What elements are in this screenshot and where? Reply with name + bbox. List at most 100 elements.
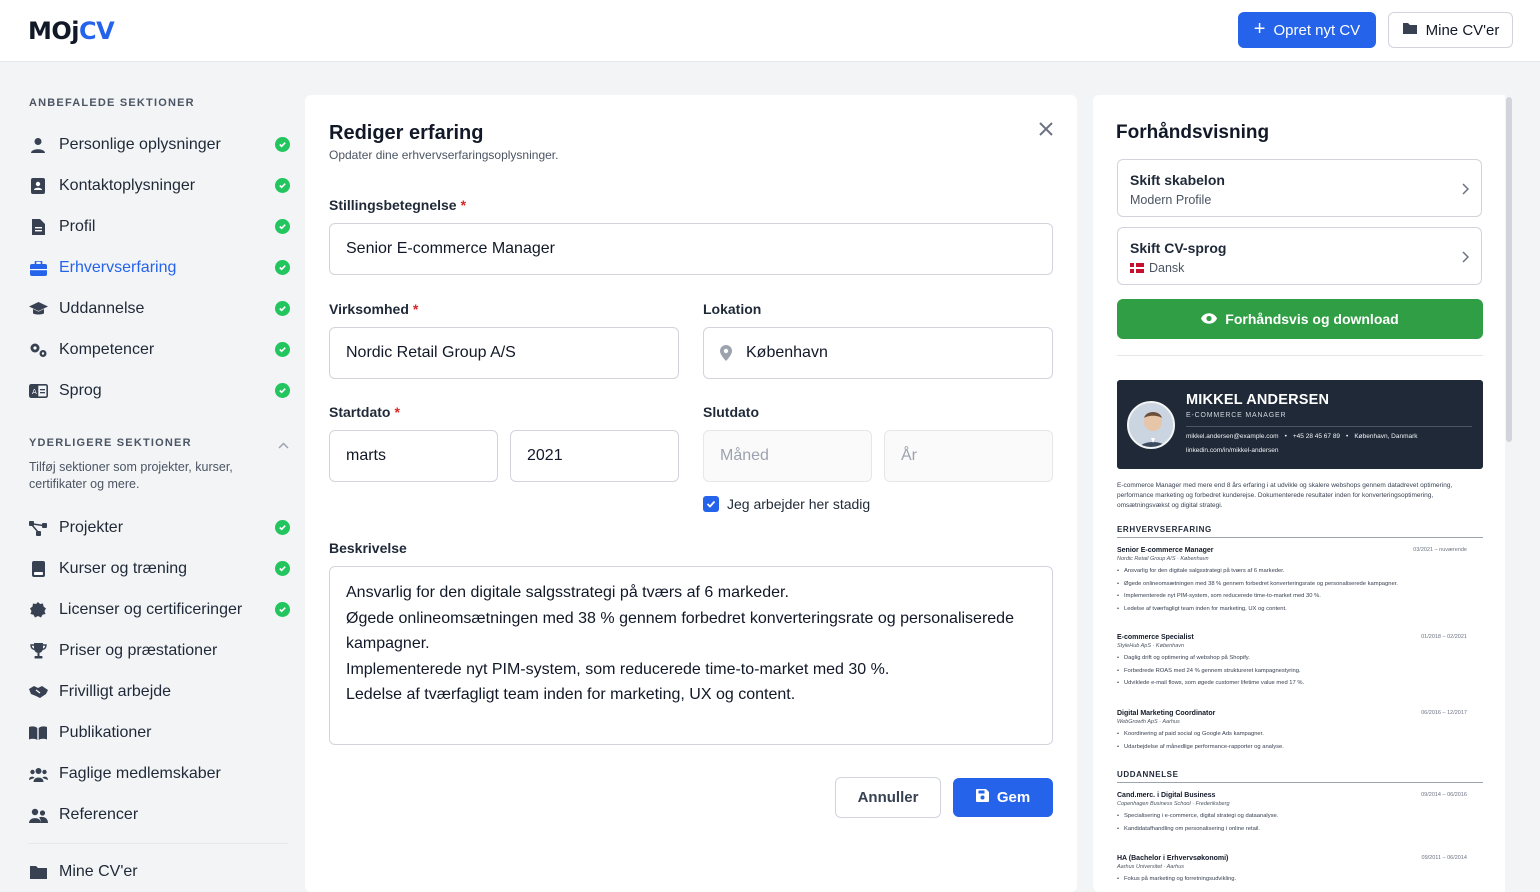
sidebar-item-label: Personlige oplysninger <box>59 136 221 153</box>
editor-title: Rediger erfaring <box>329 122 484 144</box>
change-template-title: Skift skabelon <box>1130 172 1225 188</box>
close-icon[interactable] <box>1038 121 1056 139</box>
chevron-up-icon[interactable] <box>278 436 289 454</box>
users-icon <box>28 805 48 825</box>
end-year-input[interactable]: År <box>884 430 1053 482</box>
cv-education-school: Copenhagen Business School · Frederiksbe… <box>1117 801 1230 807</box>
sidebar-item-label: Licenser og certificeringer <box>59 601 243 618</box>
cv-bullet: Udarbejdelse af månedlige performance-ra… <box>1117 741 1483 754</box>
cv-job-company: Nordic Retail Group A/S · København <box>1117 556 1209 562</box>
sidebar-item-projects[interactable]: Projekter <box>28 514 290 542</box>
cv-bullet: Specialisering i e-commerce, digital str… <box>1117 810 1483 823</box>
check-circle-icon <box>275 602 290 617</box>
chevron-right-icon <box>1462 182 1470 200</box>
start-date-label: Startdato * <box>329 404 400 420</box>
my-cvs-button[interactable]: Mine CV'er <box>1388 12 1513 48</box>
change-template-card[interactable]: Skift skabelon Modern Profile <box>1117 159 1482 217</box>
description-line: Ledelse af tværfagligt team inden for ma… <box>346 686 796 703</box>
location-input[interactable]: København <box>703 327 1053 379</box>
map-pin-icon <box>720 345 732 361</box>
checkbox-checked-icon[interactable] <box>703 496 719 512</box>
sidebar-item-publications[interactable]: Publikationer <box>28 719 290 747</box>
job-title-label: Stillingsbetegnelse * <box>329 197 467 213</box>
cv-role: E-COMMERCE MANAGER <box>1186 412 1287 419</box>
plus-icon: + <box>1253 18 1266 40</box>
cv-bullet: Forbedrede ROAS med 24 % gennem struktur… <box>1117 665 1483 678</box>
cv-job: Digital Marketing Coordinator 06/2016 – … <box>1117 710 1483 753</box>
chevron-right-icon <box>1462 250 1470 268</box>
description-line: Øgede onlineomsætningen med 38 % gennem … <box>346 609 1014 653</box>
preview-download-button[interactable]: Forhåndsvis og download <box>1117 299 1483 339</box>
cv-job-dates: 06/2016 – 12/2017 <box>1421 710 1467 716</box>
additional-sections-description: Tilføj sektioner som projekter, kurser, … <box>29 460 233 491</box>
sidebar-item-label: Referencer <box>59 806 139 823</box>
cv-education-item: HA (Bachelor i Erhvervsøkonomi) 09/2011 … <box>1117 855 1483 886</box>
end-date-label: Slutdato <box>703 404 759 420</box>
editor-subtitle: Opdater dine erhvervserfaringsoplysninge… <box>329 148 559 162</box>
new-cv-label: Opret nyt CV <box>1273 21 1361 39</box>
cv-experience-title: ERHVERVSERFARING <box>1117 525 1483 538</box>
cv-name: MIKKEL ANDERSEN <box>1186 392 1330 408</box>
handshake-icon <box>28 682 48 702</box>
sidebar-divider <box>28 843 288 844</box>
cv-bullet: Fokus på marketing og forretningsudvikli… <box>1117 873 1483 886</box>
sidebar-item-label: Projekter <box>59 519 124 536</box>
sidebar-item-label: Sprog <box>59 382 102 399</box>
change-language-card[interactable]: Skift CV-sprog Dansk <box>1117 227 1482 285</box>
sidebar-item-profile[interactable]: Profil <box>28 213 290 241</box>
logo[interactable]: MOjCV <box>28 17 115 45</box>
sidebar-item-label: Frivilligt arbejde <box>59 683 172 700</box>
sidebar-item-skills[interactable]: Kompetencer <box>28 336 290 364</box>
start-year-input[interactable]: 2021 <box>510 430 679 482</box>
cv-education-item: Cand.merc. i Digital Business 09/2014 – … <box>1117 792 1483 835</box>
cv-job-company: StyleHub ApS · København <box>1117 643 1185 649</box>
preview-scrollbar-thumb[interactable] <box>1506 97 1512 442</box>
person-icon <box>28 135 48 155</box>
job-title-input[interactable]: Senior E-commerce Manager <box>329 223 1053 275</box>
briefcase-icon <box>28 258 48 278</box>
sidebar-item-my-cvs[interactable]: Mine CV'er <box>28 858 290 886</box>
cv-bullet: Daglig drift og optimering af webshop på… <box>1117 652 1483 665</box>
new-cv-button[interactable]: + Opret nyt CV <box>1238 12 1376 48</box>
sidebar-item-awards[interactable]: Priser og præstationer <box>28 637 290 665</box>
preview-title: Forhåndsvisning <box>1116 122 1270 143</box>
sidebar-item-volunteer[interactable]: Frivilligt arbejde <box>28 678 290 706</box>
location-label: Lokation <box>703 301 762 317</box>
sidebar-item-experience[interactable]: Erhvervserfaring <box>28 254 290 282</box>
sidebar-item-licenses[interactable]: Licenser og certificeringer <box>28 596 290 624</box>
cv-job: E-commerce Specialist 01/2018 – 02/2021 … <box>1117 634 1483 690</box>
cancel-button[interactable]: Annuller <box>835 777 941 818</box>
cv-bullet: Ledelse af tværfagligt team inden for ma… <box>1117 603 1483 616</box>
folder-icon <box>28 862 48 882</box>
cv-phone: +45 28 45 67 89 <box>1292 433 1341 440</box>
sidebar-item-label: Erhvervserfaring <box>59 259 177 276</box>
current-job-checkbox-row[interactable]: Jeg arbejder her stadig <box>703 496 870 512</box>
sidebar-item-label: Kompetencer <box>59 341 155 358</box>
sidebar-item-courses[interactable]: Kurser og træning <box>28 555 290 583</box>
sidebar-item-personal-info[interactable]: Personlige oplysninger <box>28 131 290 159</box>
sidebar-item-contact-info[interactable]: Kontaktoplysninger <box>28 172 290 200</box>
sidebar-item-memberships[interactable]: Faglige medlemskaber <box>28 760 290 788</box>
company-input[interactable]: Nordic Retail Group A/S <box>329 327 679 379</box>
sidebar-item-education[interactable]: Uddannelse <box>28 295 290 323</box>
svg-text:A: A <box>32 388 37 396</box>
cv-education-dates: 09/2011 – 06/2014 <box>1421 855 1467 861</box>
cv-bullet: Koordinering af paid social og Google Ad… <box>1117 728 1483 741</box>
description-line: Ansvarlig for den digitale salgsstrategi… <box>346 584 789 601</box>
end-month-select[interactable]: Måned <box>703 430 872 482</box>
check-circle-icon <box>275 260 290 275</box>
start-month-select[interactable]: marts <box>329 430 498 482</box>
open-book-icon <box>28 723 48 743</box>
company-label: Virksomhed * <box>329 301 419 317</box>
description-textarea[interactable]: Ansvarlig for den digitale salgsstrategi… <box>329 566 1053 745</box>
cv-contact-row: mikkel.andersen@example.com • +45 28 45 6… <box>1186 433 1418 440</box>
save-button[interactable]: Gem <box>953 778 1053 817</box>
language-icon: A <box>28 381 48 401</box>
cv-header: MIKKEL ANDERSEN E-COMMERCE MANAGER mikke… <box>1117 380 1483 469</box>
sidebar-item-languages[interactable]: A Sprog <box>28 377 290 405</box>
sidebar-item-label: Uddannelse <box>59 300 145 317</box>
cv-education-school: Aarhus Universitet · Aarhus <box>1117 864 1185 870</box>
cv-bullet: Ansvarlig for den digitale salgsstrategi… <box>1117 565 1483 578</box>
diagram-icon <box>28 518 48 538</box>
sidebar-item-references[interactable]: Referencer <box>28 801 290 829</box>
